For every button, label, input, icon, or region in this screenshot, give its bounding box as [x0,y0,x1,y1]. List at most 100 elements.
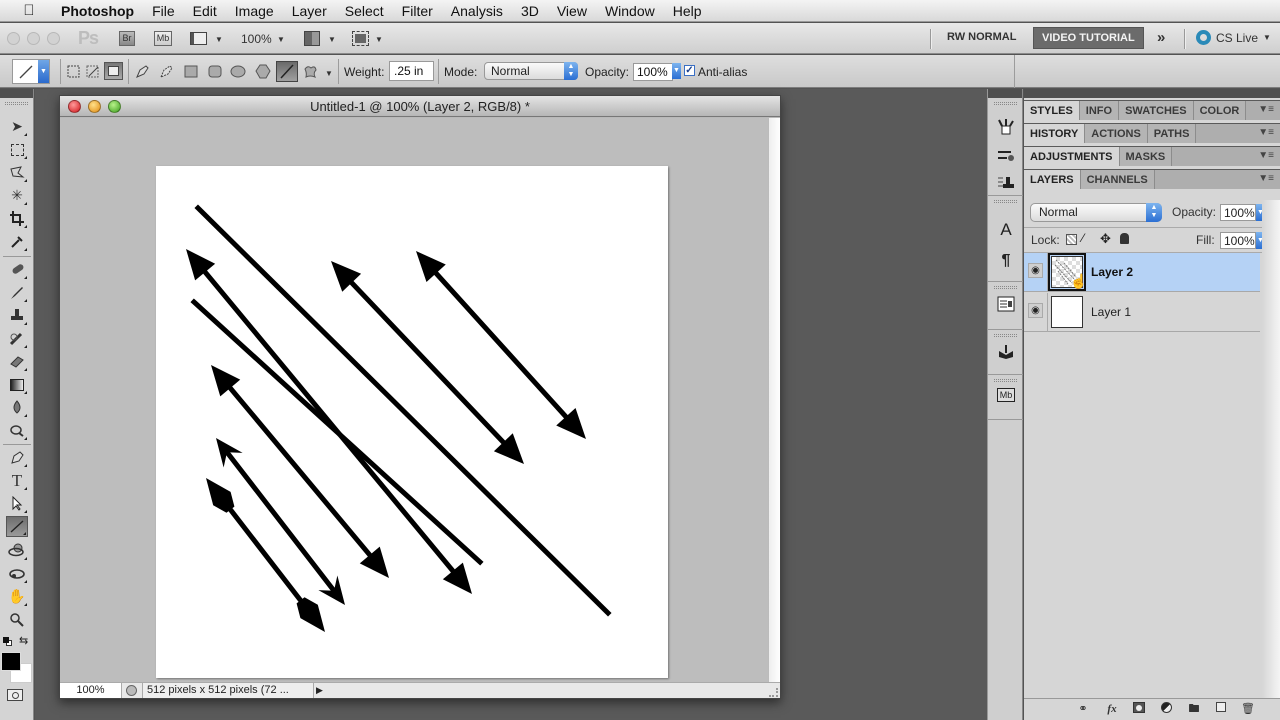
screen-mode-dropdown-icon[interactable]: ▼ [375,35,383,44]
layer-name[interactable]: Layer 1 [1091,305,1131,319]
freeform-pen-icon[interactable] [158,64,174,79]
zoom-tool-icon[interactable] [6,609,28,630]
foreground-color-swatch[interactable] [1,652,21,671]
clone-stamp-icon[interactable] [6,305,28,326]
panels-header[interactable] [1024,89,1280,98]
eraser-icon[interactable] [6,351,28,372]
hand-icon[interactable]: ✋ [6,586,28,607]
layer-opacity-input[interactable]: 100% [1220,204,1256,221]
gradient-icon[interactable] [6,374,28,395]
tab-paths[interactable]: PATHS [1147,124,1197,143]
brush-icon[interactable] [6,282,28,303]
visibility-eye-icon[interactable]: ◉ [1028,263,1043,278]
tab-styles[interactable]: STYLES [1024,101,1080,120]
shape-options-dropdown-icon[interactable]: ▼ [325,69,333,78]
anti-alias-checkbox[interactable]: ✓ [684,65,695,76]
zoom-level-dropdown[interactable]: 100% [241,32,272,46]
tool-preset-picker[interactable]: ▼ [12,59,50,84]
minimize-window-button[interactable] [27,32,40,45]
history-brush-icon[interactable] [6,328,28,349]
dock-grip[interactable] [994,286,1017,289]
layer-row-layer-1[interactable]: ◉ Layer 1 [1024,293,1260,332]
quick-mask-icon[interactable] [7,689,23,701]
dock-grip[interactable] [994,379,1017,382]
clone-source-icon[interactable] [996,173,1016,193]
toolbox-header[interactable] [0,89,33,98]
menu-filter[interactable]: Filter [393,3,442,19]
3d-rotate-icon[interactable] [6,540,28,561]
3d-panel-icon[interactable] [996,341,1016,361]
weight-input[interactable]: .25 in [389,61,434,81]
status-options-icon[interactable] [126,685,137,696]
more-workspaces-icon[interactable]: » [1157,29,1165,46]
plain-line-1[interactable] [194,204,612,617]
panel-menu-icon[interactable]: ▼≡ [1258,150,1274,161]
ellipse-icon[interactable] [230,64,246,79]
menu-view[interactable]: View [548,3,596,19]
path-selection-icon[interactable] [6,493,28,514]
screen-mode-icon[interactable] [352,31,369,46]
paragraph-icon[interactable]: ¶ [996,251,1016,271]
lock-position-icon[interactable]: ✥ [1100,231,1111,247]
arrow-line-5[interactable] [422,258,580,432]
panel-menu-icon[interactable]: ▼≡ [1258,173,1274,184]
tab-channels[interactable]: CHANNELS [1080,170,1155,189]
brush-presets-icon[interactable] [996,145,1016,165]
zoom-window-button[interactable] [47,32,60,45]
document-title-bar[interactable]: Untitled-1 @ 100% (Layer 2, RGB/8) * [60,96,780,117]
menu-photoshop[interactable]: Photoshop [52,3,143,19]
layer-name[interactable]: Layer 2 [1091,265,1133,279]
layer-row-layer-2[interactable]: ◉ ☝ Layer 2 [1024,253,1260,292]
fill-pixels-icon[interactable] [104,62,123,80]
new-layer-icon[interactable] [1213,702,1229,717]
fill-input[interactable]: 100% [1220,232,1256,249]
link-layers-icon[interactable]: ⚭ [1075,702,1091,717]
rectangular-marquee-icon[interactable] [6,139,28,160]
workspace-rw-normal[interactable]: RW NORMAL [947,31,1016,43]
panel-menu-icon[interactable]: ▼≡ [1258,104,1274,115]
polygonal-lasso-icon[interactable] [6,162,28,183]
menu-file[interactable]: File [143,3,184,19]
tab-swatches[interactable]: SWATCHES [1119,101,1194,120]
shape-layers-icon[interactable] [66,64,82,79]
canvas[interactable] [156,166,668,678]
tab-masks[interactable]: MASKS [1119,147,1173,166]
close-window-button[interactable] [7,32,20,45]
tab-color[interactable]: COLOR [1193,101,1247,120]
move-tool-icon[interactable]: ➤ [6,116,28,137]
dock-grip[interactable] [994,200,1017,203]
pen-icon[interactable] [134,64,150,79]
toolbox-grip[interactable] [5,102,28,105]
polygon-icon[interactable] [255,64,271,79]
custom-shape-icon[interactable] [302,64,318,79]
dock-grip[interactable] [994,334,1017,337]
line-shape-icon[interactable] [276,61,298,82]
workspace-video-tutorial[interactable]: VIDEO TUTORIAL [1033,27,1144,49]
type-tool-icon[interactable]: T [6,470,28,491]
tab-actions[interactable]: ACTIONS [1085,124,1148,143]
apple-icon[interactable]:  [18,2,40,19]
mb-icon[interactable]: Mb [996,385,1016,405]
new-group-icon[interactable]: 🖿 [1186,702,1202,717]
menu-select[interactable]: Select [336,3,393,19]
dock-grip[interactable] [994,102,1017,105]
dock-header[interactable] [988,89,1022,98]
character-icon[interactable]: A [996,220,1016,240]
status-zoom-field[interactable]: 100% [60,683,122,698]
3d-orbit-icon[interactable] [6,563,28,584]
lock-transparency-icon[interactable] [1066,234,1077,245]
dodge-icon[interactable] [6,420,28,441]
swap-colors-icon[interactable]: ⇆ [19,634,28,647]
menu-help[interactable]: Help [664,3,711,19]
menu-window[interactable]: Window [596,3,664,19]
blend-mode-select[interactable]: Normal ▲ ▼ [1030,203,1162,222]
tab-history[interactable]: HISTORY [1024,124,1086,143]
arrow-line-3[interactable] [192,257,466,586]
resize-grip[interactable] [769,688,778,697]
visibility-eye-icon[interactable]: ◉ [1028,303,1043,318]
tab-adjustments[interactable]: ADJUSTMENTS [1024,147,1120,166]
spot-healing-brush-icon[interactable] [6,259,28,280]
default-colors-icon[interactable] [3,637,12,646]
close-document-button[interactable] [68,100,81,113]
rectangle-icon[interactable] [183,64,199,79]
